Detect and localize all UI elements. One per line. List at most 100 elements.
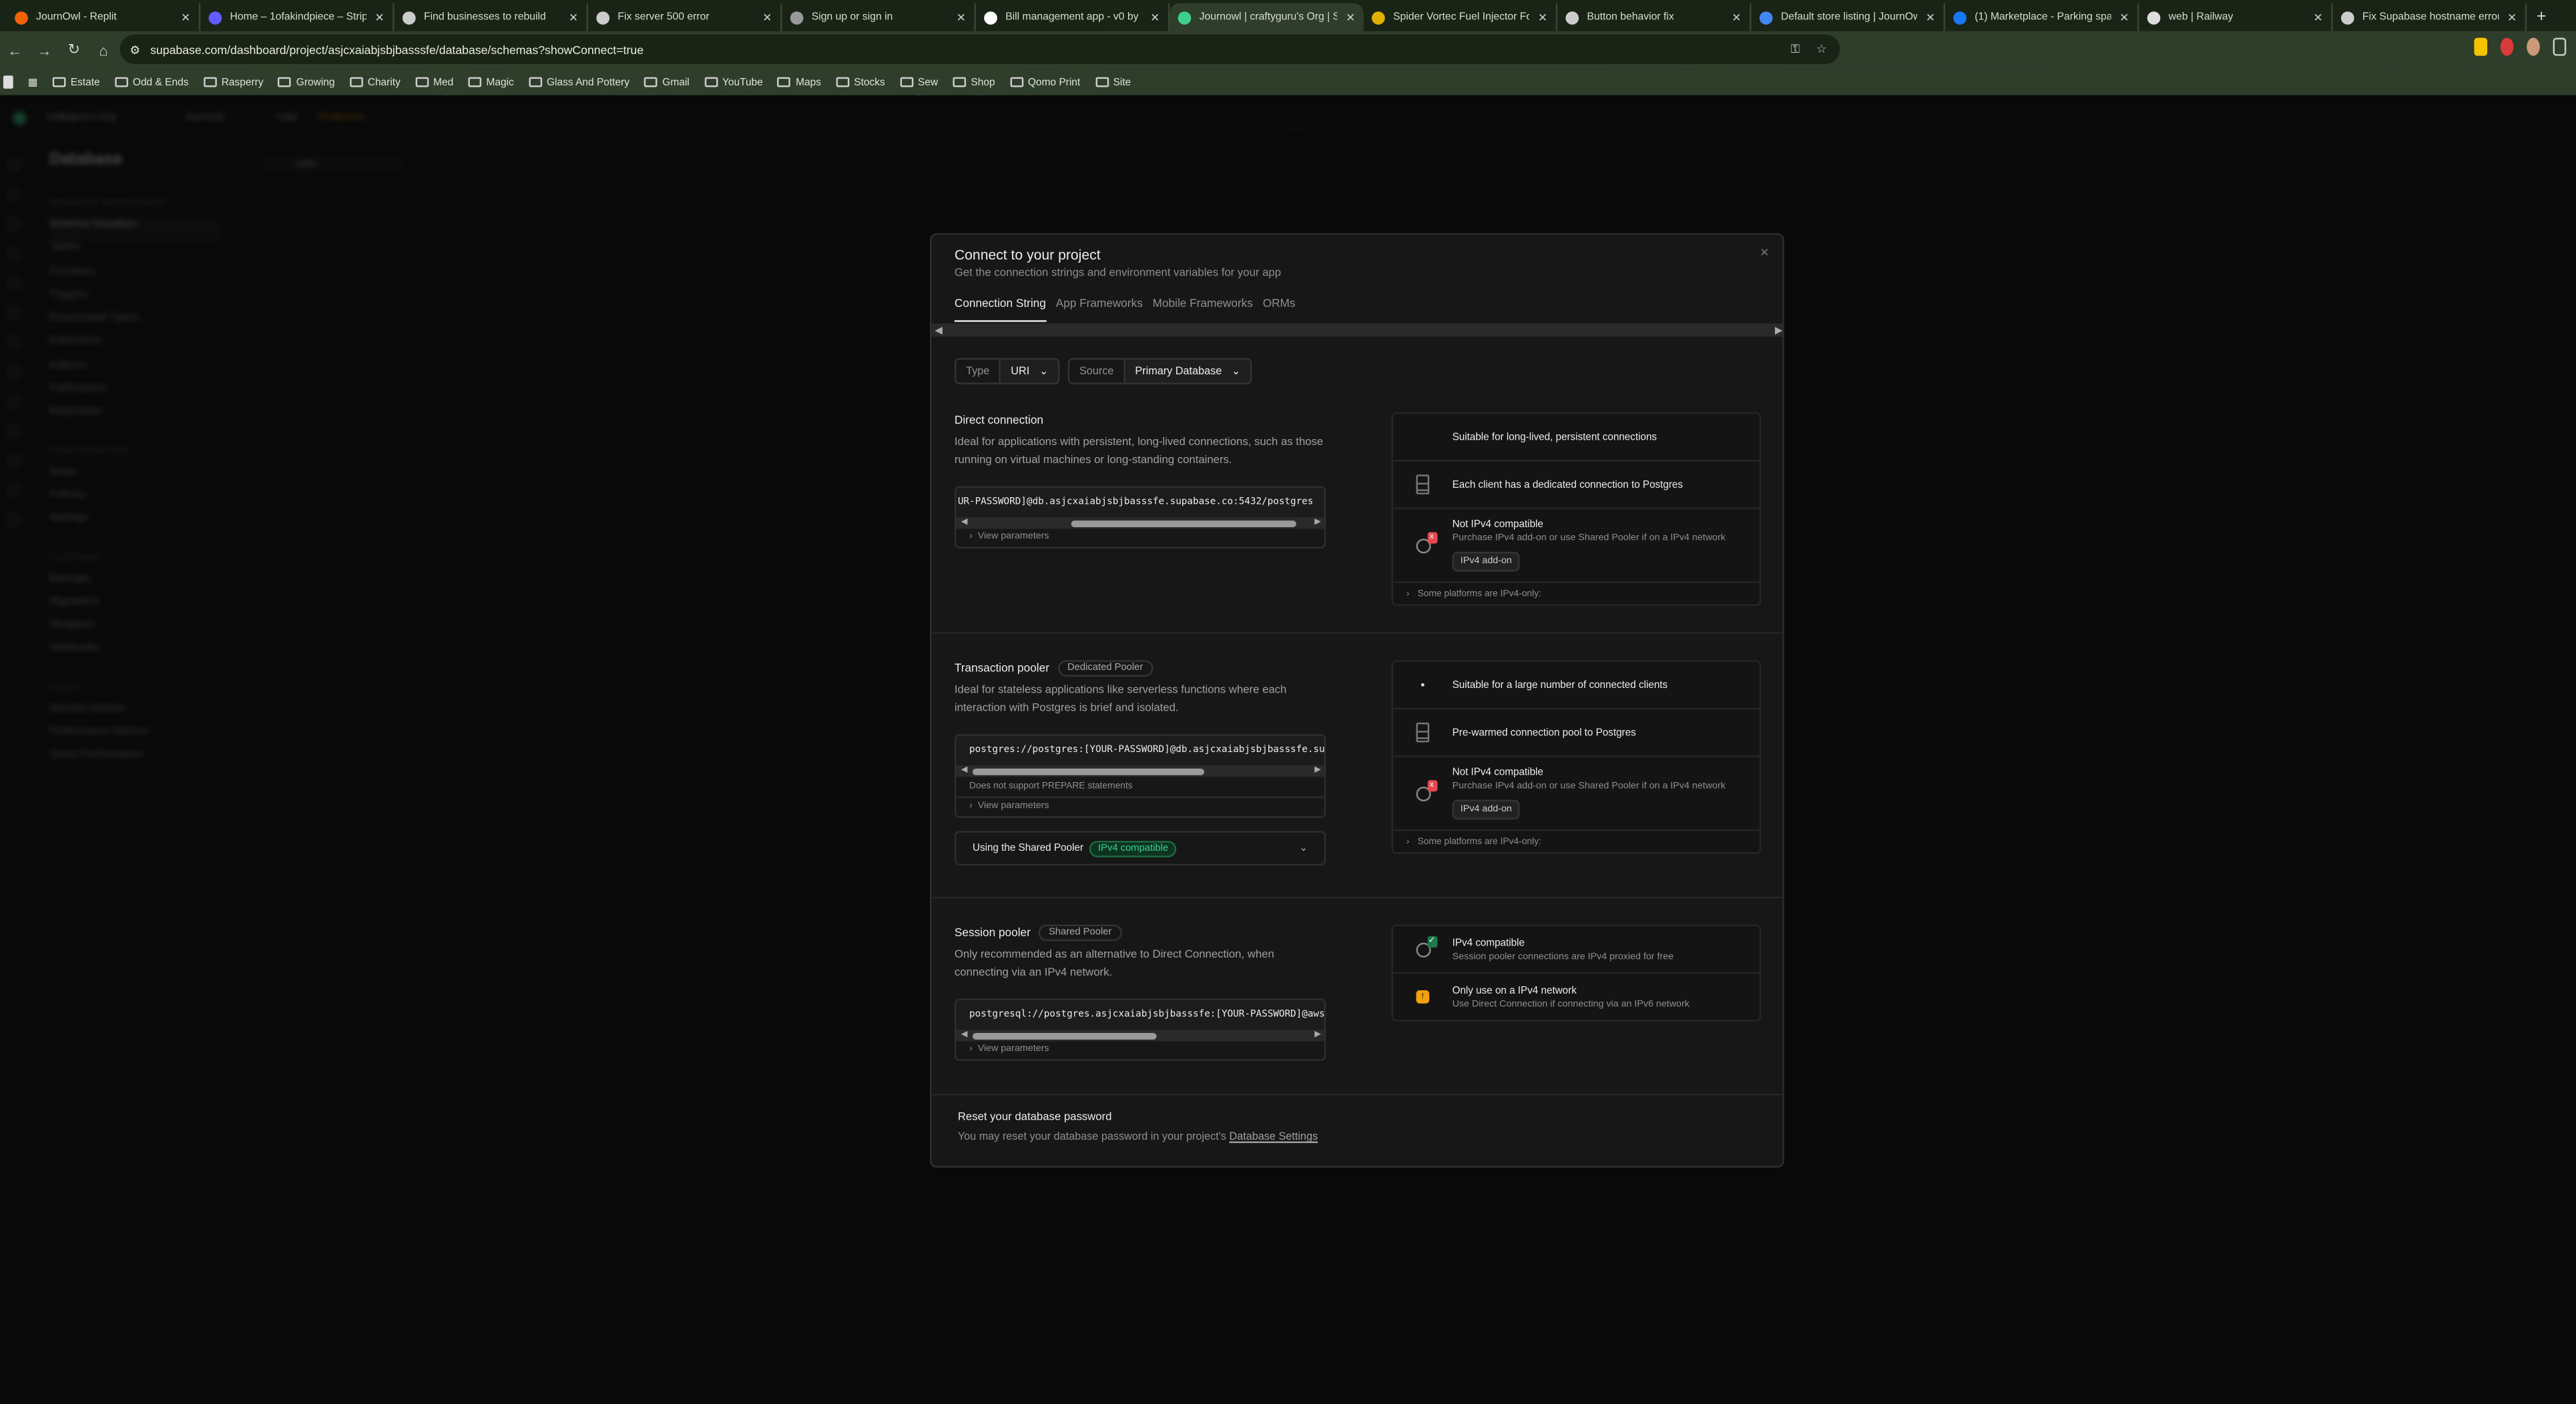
scroll-left-icon[interactable]: ◀ xyxy=(935,324,942,336)
forward-icon[interactable]: → xyxy=(29,42,59,59)
browser-tab[interactable]: Bill management app - v0 by Vercel ✕ xyxy=(976,3,1170,31)
view-parameters-toggle[interactable]: › View parameters xyxy=(956,529,1324,547)
shared-pooler-accordion[interactable]: Using the Shared Pooler IPv4 compatible … xyxy=(954,831,1326,865)
close-tab-icon[interactable]: ✕ xyxy=(2314,11,2323,23)
browser-tab[interactable]: (1) Marketplace - Parking space ✕ xyxy=(1945,3,2139,31)
profile-avatar[interactable] xyxy=(2527,37,2540,56)
ipv4-only-toggle[interactable]: › Some platforms are IPv4-only: xyxy=(1393,583,1760,605)
favicon-icon xyxy=(15,10,28,24)
close-tab-icon[interactable]: ✕ xyxy=(762,11,772,23)
new-tab-button[interactable]: + xyxy=(2537,3,2546,31)
bookmark-item[interactable]: Sew xyxy=(899,76,938,88)
type-select[interactable]: Type URI ⌄ xyxy=(954,358,1060,384)
view-parameters-toggle[interactable]: › View parameters xyxy=(956,1041,1324,1060)
ipv4-addon-button[interactable]: IPv4 add-on xyxy=(1452,551,1521,572)
source-select[interactable]: Source Primary Database ⌄ xyxy=(1067,358,1252,384)
source-value[interactable]: Primary Database xyxy=(1135,366,1222,377)
connection-uri[interactable]: UR-PASSWORD]@db.asjcxaiabjsbjbasssfe.sup… xyxy=(956,488,1324,517)
home-icon[interactable]: ⌂ xyxy=(89,42,118,59)
site-info-icon[interactable]: ⚙ xyxy=(130,42,140,57)
bookmark-item[interactable]: Estate xyxy=(52,76,100,88)
bookmark-item[interactable]: Shop xyxy=(953,76,995,88)
reload-icon[interactable]: ↻ xyxy=(59,41,89,59)
bookmark-item[interactable]: Gmail xyxy=(644,76,690,88)
bookmark-item[interactable]: Stocks xyxy=(836,76,885,88)
bookmark-item[interactable]: Med xyxy=(415,76,453,88)
close-tab-icon[interactable]: ✕ xyxy=(1926,11,1935,23)
tab-search-icon[interactable] xyxy=(3,75,13,89)
bookmark-item[interactable]: Rasperry xyxy=(203,76,264,88)
favicon-icon xyxy=(1953,10,1967,24)
database-settings-link[interactable]: Database Settings xyxy=(1229,1132,1318,1143)
back-icon[interactable]: ← xyxy=(0,42,29,59)
ipv4-addon-button[interactable]: IPv4 add-on xyxy=(1452,799,1521,820)
code-scrollbar[interactable]: ◀ ▶ xyxy=(956,517,1324,529)
globe-icon: x xyxy=(1415,531,1437,553)
browser-tab[interactable]: Find businesses to rebuild ✕ xyxy=(395,3,589,31)
browser-tab[interactable]: JournOwl - Replit ✕ xyxy=(7,3,201,31)
feature-title: Not IPv4 compatible xyxy=(1452,518,1543,531)
folder-icon xyxy=(644,77,658,87)
browser-tab[interactable]: Spider Vortec Fuel Injector For ✕ xyxy=(1364,3,1558,31)
password-key-icon[interactable]: ⚿ xyxy=(1791,41,1800,58)
close-tab-icon[interactable]: ✕ xyxy=(374,11,384,23)
bookmark-item[interactable]: Qomo Print xyxy=(1009,76,1080,88)
address-bar[interactable]: ⚙ supabase.com/dashboard/project/asjcxai… xyxy=(119,34,1840,64)
close-tab-icon[interactable]: ✕ xyxy=(2507,11,2517,23)
browser-toolbar: ← → ↻ ⌂ ⚙ supabase.com/dashboard/project… xyxy=(0,31,2576,69)
close-tab-icon[interactable]: ✕ xyxy=(2119,11,2129,23)
browser-tab[interactable]: Journowl | craftyguru's Org | Supabase ✕ xyxy=(1170,3,1364,31)
extension-icon[interactable] xyxy=(2500,37,2514,56)
browser-tab[interactable]: Fix Supabase hostname error ✕ xyxy=(2333,3,2527,31)
bookmark-item[interactable]: Magic xyxy=(468,76,514,88)
tabs-scrollbar[interactable]: ◀ ▶ xyxy=(931,323,1783,337)
code-scrollbar[interactable]: ◀ ▶ xyxy=(956,1030,1324,1042)
view-parameters-toggle[interactable]: › View parameters xyxy=(956,798,1324,817)
apps-grid-icon[interactable]: ▦ xyxy=(28,76,38,87)
section-title: Direct connection xyxy=(954,414,1044,426)
close-tab-icon[interactable]: ✕ xyxy=(1732,11,1741,23)
tab-connection-string[interactable]: Connection String xyxy=(954,299,1046,322)
tab-mobile-frameworks[interactable]: Mobile Frameworks xyxy=(1153,299,1253,322)
code-scrollbar[interactable]: ◀ ▶ xyxy=(956,765,1324,777)
browser-tab[interactable]: Fix server 500 error ✕ xyxy=(588,3,782,31)
close-icon[interactable]: ✕ xyxy=(1760,246,1769,260)
bookmark-item[interactable]: Maps xyxy=(778,76,821,88)
close-tab-icon[interactable]: ✕ xyxy=(181,11,190,23)
close-tab-icon[interactable]: ✕ xyxy=(569,11,578,23)
extension-icon[interactable] xyxy=(2474,37,2488,56)
browser-tab[interactable]: Home – 1ofakindpiece – Stripe ✕ xyxy=(200,3,395,31)
browser-tab[interactable]: Button behavior fix ✕ xyxy=(1557,3,1752,31)
bookmark-item[interactable]: YouTube xyxy=(704,76,763,88)
ipv4-only-toggle[interactable]: › Some platforms are IPv4-only: xyxy=(1393,831,1760,852)
close-tab-icon[interactable]: ✕ xyxy=(1150,11,1160,23)
close-tab-icon[interactable]: ✕ xyxy=(1538,11,1547,23)
close-tab-icon[interactable]: ✕ xyxy=(957,11,966,23)
folder-icon xyxy=(415,77,429,87)
screen: JournOwl - Replit ✕ Home – 1ofakindpiece –… xyxy=(0,0,2576,1404)
url-text[interactable]: supabase.com/dashboard/project/asjcxaiab… xyxy=(150,42,643,57)
type-value[interactable]: URI xyxy=(1011,366,1029,377)
browser-tab[interactable]: Sign up or sign in ✕ xyxy=(782,3,976,31)
folder-icon xyxy=(52,77,66,87)
bookmark-item[interactable]: Site xyxy=(1095,76,1131,88)
tab-app-frameworks[interactable]: App Frameworks xyxy=(1056,299,1143,322)
extensions xyxy=(2474,37,2567,56)
bookmark-item[interactable]: Growing xyxy=(278,76,335,88)
connection-uri[interactable]: postgres://postgres:[YOUR-PASSWORD]@db.a… xyxy=(956,736,1324,765)
bookmark-item[interactable]: Glass And Pottery xyxy=(528,76,629,88)
browser-tab[interactable]: Default store listing | JournOwl ✕ xyxy=(1752,3,1945,31)
close-tab-icon[interactable]: ✕ xyxy=(1346,11,1355,23)
browser-tab[interactable]: web | Railway ✕ xyxy=(2139,3,2333,31)
tab-orms[interactable]: ORMs xyxy=(1263,299,1296,322)
globe-icon: ✓ xyxy=(1415,935,1437,957)
connection-uri[interactable]: postgresql://postgres.asjcxaiabjsbjbasss… xyxy=(956,1000,1324,1030)
bookmark-item[interactable]: Charity xyxy=(349,76,401,88)
folder-icon xyxy=(1009,77,1023,87)
bookmark-star-icon[interactable]: ☆ xyxy=(1816,41,1827,58)
scroll-right-icon[interactable]: ▶ xyxy=(1775,324,1782,336)
reset-password-title: Reset your database password xyxy=(957,1112,1112,1124)
side-panel-icon[interactable] xyxy=(2553,37,2567,56)
bookmark-item[interactable]: Odd & Ends xyxy=(114,76,188,88)
ipv4-compatible-badge: IPv4 compatible xyxy=(1089,839,1177,857)
